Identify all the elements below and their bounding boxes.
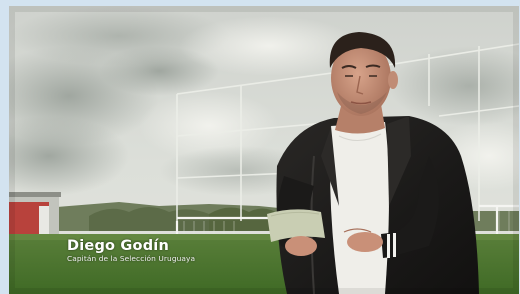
video-still: Diego Godín Capitán de la Selección Urug… [9,6,519,294]
video-frame: Diego Godín Capitán de la Selección Urug… [0,0,520,294]
speaker-name: Diego Godín [67,238,169,254]
lower-third-caption: Diego Godín Capitán de la Selección Urug… [67,238,195,264]
speaker-role: Capitán de la Selección Uruguaya [67,254,196,263]
